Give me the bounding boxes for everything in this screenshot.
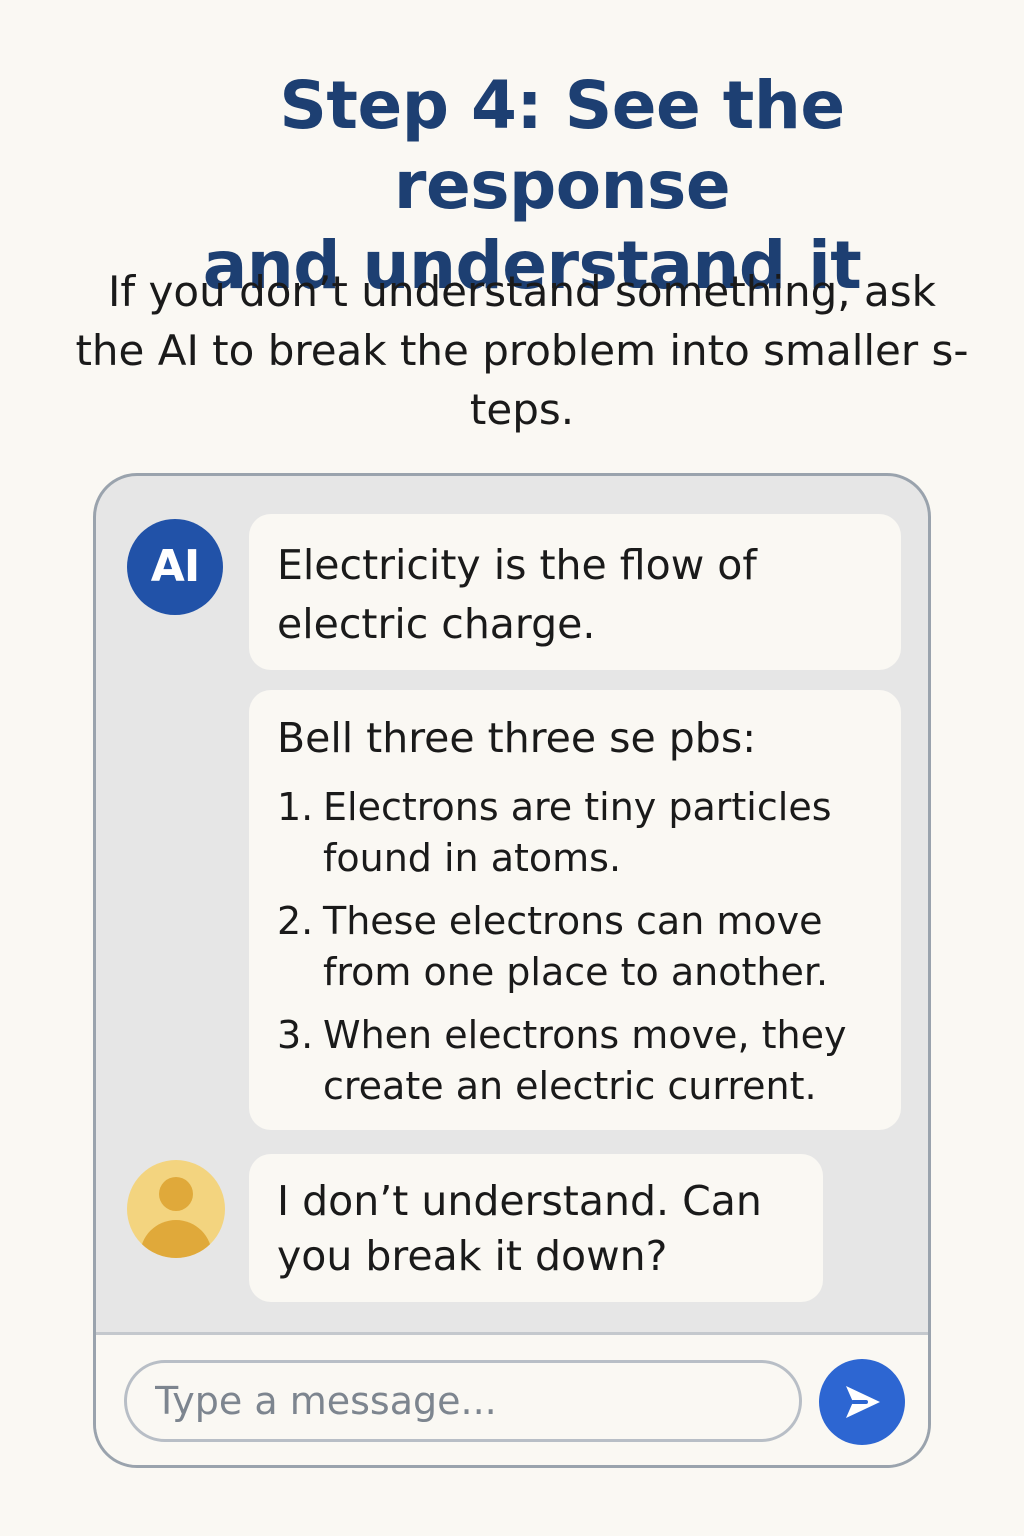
- step-line: When electrons move, they: [323, 1013, 847, 1057]
- steps-heading: Bell three three se pbs:: [277, 714, 757, 762]
- step-item: 1. Electrons are tiny particles found in…: [277, 782, 873, 884]
- step-line: Electrons are tiny particles: [323, 785, 832, 829]
- step-line: create an electric current.: [323, 1064, 817, 1108]
- instruction-line: teps.: [469, 385, 575, 434]
- steps-list: 1. Electrons are tiny particles found in…: [277, 782, 873, 1112]
- step-item: 3. When electrons move, they create an e…: [277, 1010, 873, 1112]
- title-line: Step 4: See the response: [279, 67, 845, 224]
- step-number: 3.: [277, 1013, 314, 1057]
- instruction-line: If you don’t understand something, ask: [108, 267, 936, 316]
- message-line: you break it down?: [277, 1232, 668, 1280]
- user-avatar-shoulders: [140, 1220, 212, 1258]
- ai-steps-bubble: Bell three three se pbs: 1. Electrons ar…: [249, 690, 901, 1130]
- step-line: These electrons can move: [323, 899, 823, 943]
- composer-bar: [96, 1332, 928, 1465]
- send-icon: [846, 1386, 880, 1418]
- user-message-bubble: I don’t understand. Can you break it dow…: [249, 1154, 823, 1302]
- instruction-line: the AI to break the problem into smaller…: [75, 326, 969, 375]
- ai-message-bubble: Electricity is the flow of electric char…: [249, 514, 901, 670]
- ai-avatar-icon: AI: [127, 519, 223, 615]
- message-input[interactable]: [124, 1360, 802, 1442]
- tutorial-page: Step 4: See the response and understand …: [0, 0, 1024, 1536]
- user-avatar-icon: [127, 1160, 225, 1258]
- step-number: 1.: [277, 785, 314, 829]
- message-line: I don’t understand. Can: [277, 1177, 762, 1225]
- instruction-text: If you don’t understand something, ask t…: [60, 262, 984, 439]
- user-avatar-head: [159, 1177, 193, 1211]
- step-text: These electrons can move from one place …: [323, 896, 828, 998]
- message-line: electric charge.: [277, 600, 596, 648]
- step-number: 2.: [277, 899, 314, 943]
- send-button[interactable]: [819, 1359, 905, 1445]
- step-text: Electrons are tiny particles found in at…: [323, 782, 832, 884]
- step-line: from one place to another.: [323, 950, 829, 994]
- step-text: When electrons move, they create an elec…: [323, 1010, 846, 1112]
- step-line: found in atoms.: [323, 836, 622, 880]
- step-item: 2. These electrons can move from one pla…: [277, 896, 873, 998]
- chat-window: AI Electricity is the flow of electric c…: [93, 473, 931, 1468]
- message-line: Electricity is the flow of: [277, 541, 757, 589]
